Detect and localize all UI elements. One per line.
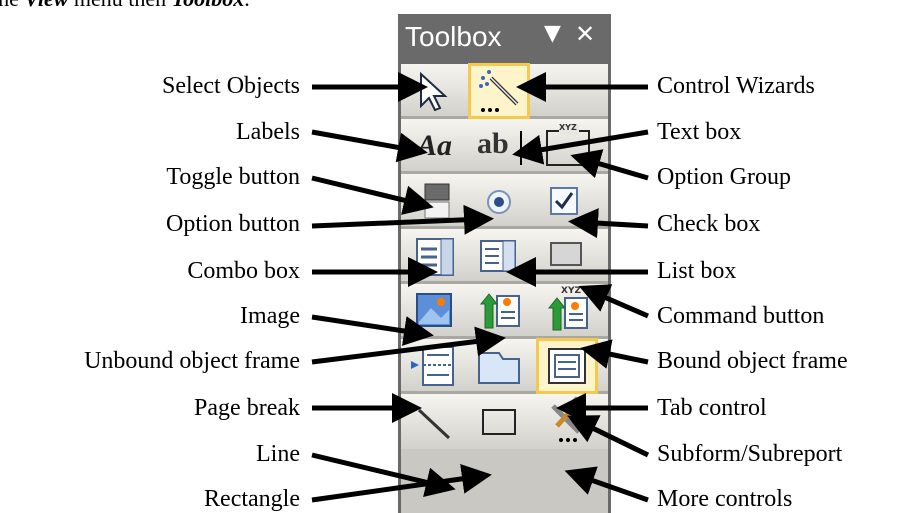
label-image: Image — [240, 303, 300, 329]
combo-box-icon — [416, 238, 454, 276]
label-control-wizards: Control Wizards — [657, 73, 815, 99]
intro-prefix: the — [0, 0, 24, 11]
intro-middle: menu then — [68, 0, 171, 11]
subform-subreport-button[interactable] — [536, 338, 598, 394]
tab-control-button[interactable] — [471, 341, 527, 391]
label-labels: Labels — [236, 119, 300, 145]
list-box-icon — [480, 240, 516, 272]
label-unbound-object-frame: Unbound object frame — [84, 348, 300, 374]
label-check-box: Check box — [657, 211, 761, 237]
more-controls-button[interactable] — [539, 396, 595, 446]
intro-view-word: View — [24, 0, 68, 11]
label-subform-subreport: Subform/Subreport — [657, 441, 843, 467]
toolbox-row: XYZ — [401, 284, 608, 339]
option-button-button[interactable] — [471, 176, 527, 226]
option-group-button[interactable]: XYZ — [539, 121, 595, 171]
label-option-button: Option button — [165, 211, 300, 237]
rectangle-button[interactable] — [471, 396, 527, 446]
label-list-box: List box — [657, 258, 737, 284]
combo-box-button[interactable] — [407, 231, 463, 281]
option-group-caption: XYZ — [559, 123, 577, 132]
toolbox-window: Toolbox ▼ ✕ Aa ab XYZ XYZ — [398, 14, 611, 513]
list-box-button[interactable] — [471, 231, 527, 281]
label-aa-icon: Aa — [417, 129, 453, 162]
toolbox-row — [401, 338, 608, 394]
toolbox-row — [401, 174, 608, 229]
label-toggle-button: Toggle button — [166, 164, 300, 190]
toggle-button-icon — [424, 183, 450, 219]
unbound-object-frame-icon — [479, 293, 520, 329]
magic-wand-icon — [479, 70, 519, 112]
command-button-icon — [550, 242, 582, 266]
label-text-box: Text box — [657, 119, 742, 145]
control-wizards-button[interactable] — [468, 63, 530, 119]
label-option-group: Option Group — [657, 164, 791, 190]
label-combo-box: Combo box — [187, 258, 300, 284]
toolbox-row — [401, 229, 608, 284]
label-command-button: Command button — [657, 303, 825, 329]
line-icon — [417, 408, 451, 440]
label-rectangle: Rectangle — [204, 486, 300, 512]
check-box-button[interactable] — [539, 176, 595, 226]
toggle-button-button[interactable] — [407, 176, 463, 226]
command-button-button[interactable] — [539, 231, 595, 281]
rectangle-icon — [482, 409, 516, 435]
bound-object-frame-button[interactable]: XYZ — [539, 286, 595, 336]
pointer-arrow-icon — [420, 71, 448, 112]
label-page-break: Page break — [194, 395, 300, 421]
label-line: Line — [256, 441, 300, 467]
text-box-button[interactable]: ab — [471, 121, 527, 171]
radio-button-icon — [487, 190, 511, 214]
text-cursor-icon — [520, 131, 522, 165]
toolbox-body: Aa ab XYZ XYZ — [401, 63, 608, 513]
menu-dropdown-icon[interactable]: ▼ — [544, 21, 561, 46]
intro-toolbox-word: Toolbox — [172, 0, 245, 11]
toolbox-row — [401, 394, 608, 449]
bound-object-caption: XYZ — [561, 286, 581, 296]
labels-button[interactable]: Aa — [407, 121, 463, 171]
label-bound-object-frame: Bound object frame — [657, 348, 848, 374]
intro-text: the View menu then Toolbox. — [0, 0, 250, 12]
select-objects-button[interactable] — [407, 66, 463, 116]
checkbox-icon — [550, 187, 578, 215]
image-button[interactable] — [407, 286, 463, 336]
label-tab-control: Tab control — [657, 395, 767, 421]
label-select-objects: Select Objects — [162, 73, 300, 99]
toolbox-row: Aa ab XYZ — [401, 119, 608, 174]
toolbox-title: Toolbox — [405, 21, 502, 52]
intro-suffix: . — [244, 0, 250, 11]
unbound-object-frame-button[interactable] — [471, 286, 527, 336]
toolbox-title-bar[interactable]: Toolbox ▼ ✕ — [401, 17, 608, 63]
hammer-wrench-icon — [551, 396, 586, 442]
line-button[interactable] — [407, 396, 463, 446]
toolbox-row — [401, 63, 608, 119]
tab-control-icon — [478, 352, 520, 384]
page-break-button[interactable] — [407, 341, 463, 391]
subform-icon — [548, 348, 586, 384]
close-icon[interactable]: ✕ — [575, 20, 595, 48]
page-break-icon — [411, 346, 454, 386]
label-more-controls: More controls — [657, 486, 793, 512]
image-icon — [416, 293, 452, 327]
